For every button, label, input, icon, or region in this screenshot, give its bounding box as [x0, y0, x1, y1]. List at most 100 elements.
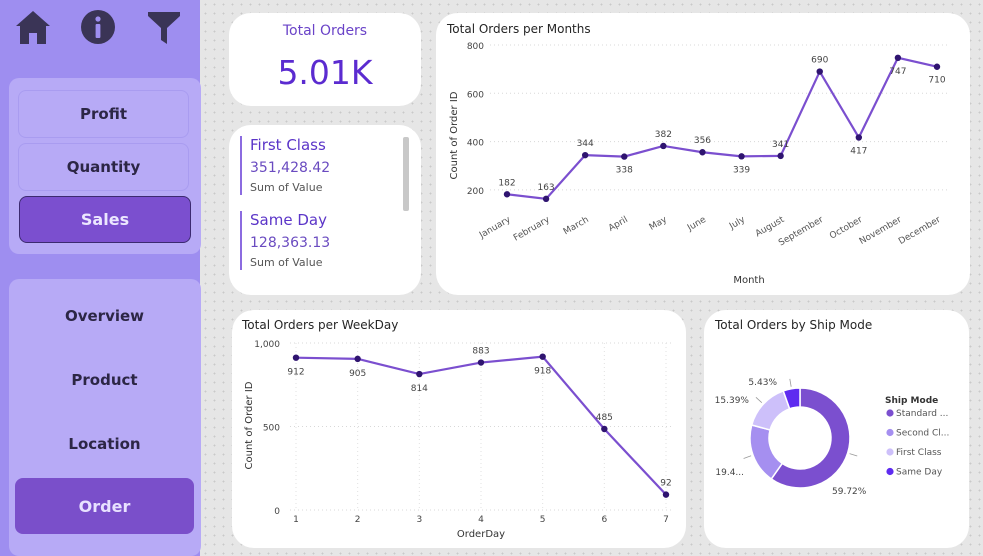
x-tick-label: 6 [601, 515, 607, 525]
slice-label: 5.43% [748, 378, 777, 388]
multirow-value: 351,428.42 [250, 160, 331, 176]
multirow-category: First Class [250, 136, 326, 154]
multirow-item-same-day: Same Day 128,363.13 Sum of Value [240, 211, 330, 270]
legend-label: Same Day [896, 468, 943, 478]
data-point [699, 149, 706, 156]
quantity-button[interactable]: Quantity [18, 143, 189, 191]
order-button[interactable]: Order [15, 478, 194, 534]
data-label: 92 [660, 479, 671, 489]
x-tick-label: November [858, 215, 904, 247]
x-tick-label: 5 [540, 515, 546, 525]
x-axis-title: Month [733, 275, 764, 286]
data-point [539, 353, 546, 360]
donut-slice [749, 424, 784, 481]
data-label: 344 [577, 139, 594, 149]
data-point [738, 153, 745, 160]
data-label: 182 [498, 178, 515, 188]
legend-title: Ship Mode [885, 396, 938, 406]
y-tick-label: 500 [263, 424, 280, 434]
x-tick-label: January [477, 215, 513, 242]
data-label: 905 [349, 369, 366, 379]
data-point [581, 151, 589, 159]
data-label: 814 [411, 384, 428, 394]
y-tick-label: 400 [467, 139, 484, 149]
legend-marker [886, 428, 894, 437]
data-point [660, 142, 667, 150]
x-tick-label: 4 [478, 515, 484, 525]
info-icon[interactable] [79, 8, 117, 46]
y-tick-label: 0 [274, 507, 280, 517]
multirow-item-first-class: First Class 351,428.42 Sum of Value [240, 136, 330, 195]
overview-button[interactable]: Overview [15, 290, 194, 342]
data-point [855, 134, 863, 141]
y-tick-label: 200 [467, 187, 484, 197]
slice-label: 59.72% [832, 487, 867, 497]
x-tick-label: August [754, 215, 787, 240]
data-point [933, 63, 941, 70]
data-label: 747 [889, 67, 906, 77]
data-label: 690 [811, 56, 828, 66]
leader-line [755, 396, 763, 403]
data-label: 883 [472, 347, 489, 357]
home-icon[interactable] [14, 8, 52, 46]
slice-label: 15.39% [715, 396, 750, 406]
x-tick-label: February [512, 215, 552, 244]
weekday-orders-chart: 0 500 1,000 1 2 3 4 5 6 7 OrderDay Count of Order I… [244, 340, 672, 540]
kpi-value: 5.01K [277, 53, 373, 92]
multirow-category: Same Day [250, 211, 327, 229]
data-label: 339 [733, 165, 750, 175]
monthly-orders-chart: 200 400 600 800 January February March April May… [449, 42, 948, 286]
data-point [416, 370, 423, 378]
data-label: 417 [850, 147, 867, 157]
x-tick-label: December [897, 215, 943, 247]
x-tick-label: 1 [293, 515, 299, 525]
legend-marker [886, 409, 894, 417]
x-tick-label: May [648, 215, 670, 233]
data-label: 338 [616, 166, 633, 176]
data-label: 485 [596, 413, 613, 423]
profit-button[interactable]: Profit [18, 90, 189, 138]
legend-label: Standard ... [896, 409, 948, 419]
x-tick-label: April [607, 215, 630, 234]
data-point [503, 191, 511, 198]
data-label: 382 [655, 130, 672, 140]
data-label: 918 [534, 367, 551, 377]
data-label: 356 [694, 136, 711, 146]
data-point [354, 355, 361, 363]
sidebar: Profit Quantity Sales Overview Product L… [0, 0, 201, 556]
leader-line [743, 455, 752, 459]
x-tick-label: March [562, 215, 591, 237]
multirow-scrollbar[interactable] [403, 137, 409, 211]
y-tick-label: 600 [467, 90, 484, 100]
multirow-label: Sum of Value [250, 181, 323, 194]
x-tick-label: 3 [416, 515, 422, 525]
x-tick-label: 2 [355, 515, 361, 525]
y-tick-label: 800 [467, 42, 484, 52]
x-tick-label: July [727, 215, 747, 233]
y-axis-title: Count of Order ID [449, 91, 460, 179]
filter-icon[interactable] [145, 8, 183, 46]
y-tick-label: 1,000 [254, 340, 280, 350]
data-point [816, 68, 823, 75]
location-button[interactable]: Location [15, 418, 194, 470]
slice-label: 19.4... [715, 468, 744, 478]
data-point [477, 359, 485, 366]
legend-marker [886, 448, 894, 456]
leader-line [849, 453, 858, 457]
leader-line [789, 378, 792, 387]
ship-mode-donut-chart: 59.72% 19.4... 15.39% 5.43% Ship Mode Standar… [715, 378, 950, 497]
legend-label: Second Cl... [896, 429, 949, 439]
data-label: 710 [928, 76, 945, 86]
product-button[interactable]: Product [15, 354, 194, 406]
x-tick-label: 7 [663, 515, 669, 525]
data-label: 912 [287, 368, 304, 378]
x-tick-label: June [685, 215, 708, 234]
data-point [777, 152, 784, 160]
multirow-label: Sum of Value [250, 256, 323, 269]
top-icon-bar [0, 0, 200, 56]
data-label: 163 [537, 183, 554, 193]
x-axis-title: OrderDay [457, 529, 505, 540]
data-label: 341 [772, 140, 789, 150]
sales-button[interactable]: Sales [19, 196, 191, 243]
series-line [506, 56, 938, 201]
